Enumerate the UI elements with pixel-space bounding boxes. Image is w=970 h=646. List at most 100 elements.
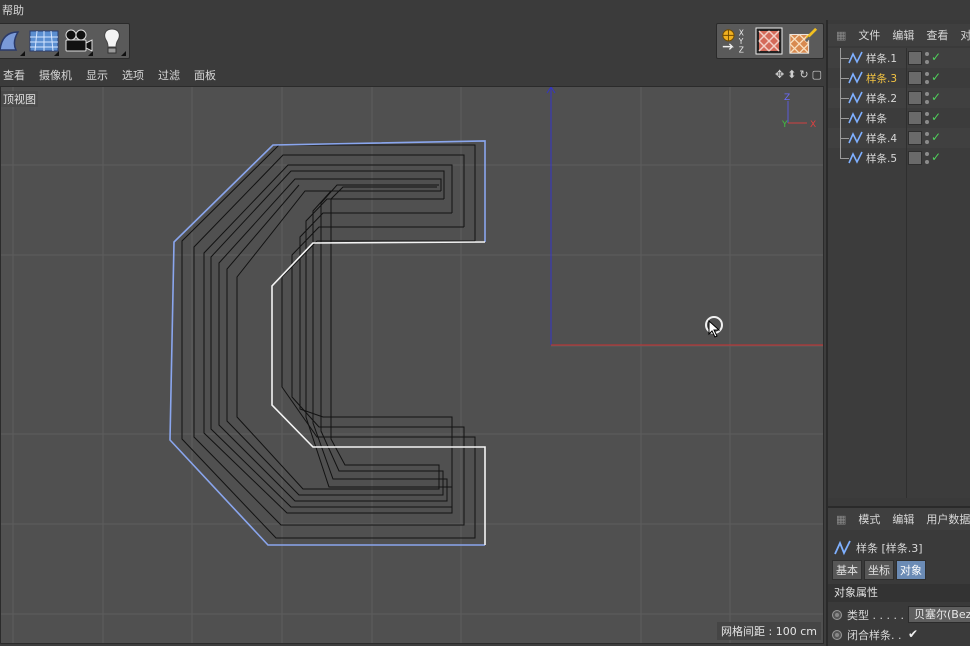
- world-axis-icon: X Y Z: [722, 28, 744, 54]
- editor-render-dots[interactable]: [925, 112, 929, 124]
- viewport-label[interactable]: 顶视图: [1, 91, 38, 107]
- object-row-spline-3[interactable]: 样条.3 ✓: [828, 68, 970, 88]
- object-manager-menu: ▦ 文件 编辑 查看 对: [828, 24, 970, 46]
- enabled-check-icon[interactable]: ✓: [931, 110, 941, 124]
- spline-offset-6: [226, 184, 444, 496]
- layer-visibility-toggle[interactable]: [908, 111, 922, 125]
- object-row-spline-4[interactable]: 样条.4 ✓: [828, 128, 970, 148]
- object-name[interactable]: 样条.4: [866, 131, 897, 146]
- object-row-spline[interactable]: 样条 ✓: [828, 108, 970, 128]
- enabled-check-icon[interactable]: ✓: [931, 70, 941, 84]
- om-menu-view[interactable]: 查看: [926, 27, 948, 43]
- object-row-spline-5[interactable]: 样条.5 ✓: [828, 148, 970, 168]
- gizmo-y-label: Y: [781, 120, 788, 130]
- enabled-check-icon[interactable]: ✓: [931, 50, 941, 64]
- offset-splines: [181, 144, 476, 539]
- light-bulb-icon: [103, 28, 120, 54]
- tab-coordinates[interactable]: 坐标: [864, 560, 894, 580]
- render-region-button[interactable]: [754, 26, 784, 56]
- am-menu-user-data[interactable]: 用户数据: [926, 511, 970, 527]
- am-menu-edit[interactable]: 编辑: [892, 511, 914, 527]
- maximize-view-icon[interactable]: ▢: [812, 68, 822, 82]
- render-settings-button[interactable]: [788, 26, 818, 56]
- attribute-title: 样条 [样条.3]: [834, 540, 923, 556]
- closed-spline-label: 闭合样条. .: [847, 629, 902, 642]
- deformer-tool-button[interactable]: [0, 26, 25, 56]
- tab-object[interactable]: 对象: [896, 560, 926, 580]
- enabled-check-icon[interactable]: ✓: [931, 150, 941, 164]
- closed-spline-checkbox[interactable]: ✔: [908, 627, 918, 641]
- camera-button[interactable]: [63, 26, 93, 56]
- viewport-menu-options[interactable]: 选项: [122, 67, 144, 83]
- tab-basic[interactable]: 基本: [832, 560, 862, 580]
- spline-offset-2: [193, 154, 465, 526]
- render-brush-icon: [789, 27, 818, 54]
- viewport-menu-view[interactable]: 查看: [3, 67, 25, 83]
- object-tool-group: [0, 23, 130, 59]
- animate-radio-icon[interactable]: [832, 630, 842, 640]
- spline-offset-7: [236, 186, 440, 490]
- object-row-spline-1[interactable]: 样条.1 ✓: [828, 48, 970, 68]
- viewport-menu-bar: 查看 摄像机 显示 选项 过滤 面板 ✥ ⬍ ↻ ▢: [0, 64, 826, 86]
- menu-help[interactable]: 帮助: [2, 2, 24, 18]
- editor-render-dots[interactable]: [925, 72, 929, 84]
- layer-visibility-toggle[interactable]: [908, 71, 922, 85]
- type-dropdown[interactable]: 贝塞尔(Bezier): [908, 606, 970, 623]
- am-menu-mode[interactable]: 模式: [858, 511, 880, 527]
- viewport-menu-panel[interactable]: 面板: [194, 67, 216, 83]
- object-name[interactable]: 样条.3: [866, 71, 897, 86]
- animate-radio-icon[interactable]: [832, 610, 842, 620]
- layer-visibility-toggle[interactable]: [908, 91, 922, 105]
- spline-icon: [848, 71, 863, 84]
- editor-render-dots[interactable]: [925, 152, 929, 164]
- right-panels: ▦ 文件 编辑 查看 对 样条.1 ✓ 样条.3 ✓ 样条.2 ✓ 样条 ✓ 样…: [826, 20, 970, 646]
- gizmo-z-label: Z: [784, 93, 790, 103]
- scene-floor-button[interactable]: [29, 26, 59, 56]
- top-viewport[interactable]: Z Y X 顶视图 网格间距 : 100 cm: [0, 86, 824, 644]
- layer-visibility-toggle[interactable]: [908, 131, 922, 145]
- object-name[interactable]: 样条: [866, 111, 887, 126]
- layer-visibility-toggle[interactable]: [908, 151, 922, 165]
- om-menu-file[interactable]: 文件: [858, 27, 880, 43]
- selected-spline: [169, 140, 486, 546]
- panel-grip-icon[interactable]: ▦: [836, 29, 846, 42]
- om-menu-objects[interactable]: 对: [960, 27, 970, 43]
- panel-grip-icon[interactable]: ▦: [836, 513, 846, 526]
- svg-text:Z: Z: [739, 45, 744, 54]
- object-list: 样条.1 ✓ 样条.3 ✓ 样条.2 ✓ 样条 ✓ 样条.4 ✓ 样条.5 ✓: [828, 48, 970, 498]
- coordinate-system-button[interactable]: X Y Z: [720, 26, 750, 56]
- main-toolbar: X Y Z: [0, 20, 826, 64]
- object-row-spline-2[interactable]: 样条.2 ✓: [828, 88, 970, 108]
- enabled-check-icon[interactable]: ✓: [931, 90, 941, 104]
- viewport-menu-filter[interactable]: 过滤: [158, 67, 180, 83]
- spline-icon: [848, 91, 863, 104]
- zoom-view-icon[interactable]: ⬍: [787, 68, 796, 82]
- rotate-view-icon[interactable]: ↻: [799, 68, 808, 82]
- editor-render-dots[interactable]: [925, 52, 929, 64]
- object-name[interactable]: 样条.5: [866, 151, 897, 166]
- mouse-pointer-icon: [708, 320, 720, 338]
- layer-visibility-toggle[interactable]: [908, 51, 922, 65]
- editor-render-dots[interactable]: [925, 92, 929, 104]
- object-properties-header: 对象属性: [828, 584, 970, 602]
- spline-outer-white: [271, 241, 486, 545]
- viewport-menu-camera[interactable]: 摄像机: [39, 67, 72, 83]
- attribute-manager: ▦ 模式 编辑 用户数据 样条 [样条.3] 基本 坐标 对象 对象属性 类型 …: [828, 506, 970, 646]
- spline-icon: [848, 51, 863, 64]
- spline-icon: [848, 131, 863, 144]
- render-checker-icon: [755, 27, 783, 55]
- enabled-check-icon[interactable]: ✓: [931, 130, 941, 144]
- move-view-icon[interactable]: ✥: [775, 68, 784, 82]
- editor-render-dots[interactable]: [925, 132, 929, 144]
- light-button[interactable]: [97, 26, 126, 56]
- closed-spline-row: 闭合样条. . ✔: [832, 626, 970, 644]
- object-name[interactable]: 样条.1: [866, 51, 897, 66]
- spline-icon: [848, 111, 863, 124]
- column-separator: [906, 48, 907, 498]
- viewport-menu-display[interactable]: 显示: [86, 67, 108, 83]
- spline-icon: [834, 540, 851, 556]
- attribute-sub-tabs: 基本 坐标 对象: [832, 560, 926, 580]
- om-menu-edit[interactable]: 编辑: [892, 27, 914, 43]
- object-name[interactable]: 样条.2: [866, 91, 897, 106]
- grid-spacing-info: 网格间距 : 100 cm: [717, 622, 821, 640]
